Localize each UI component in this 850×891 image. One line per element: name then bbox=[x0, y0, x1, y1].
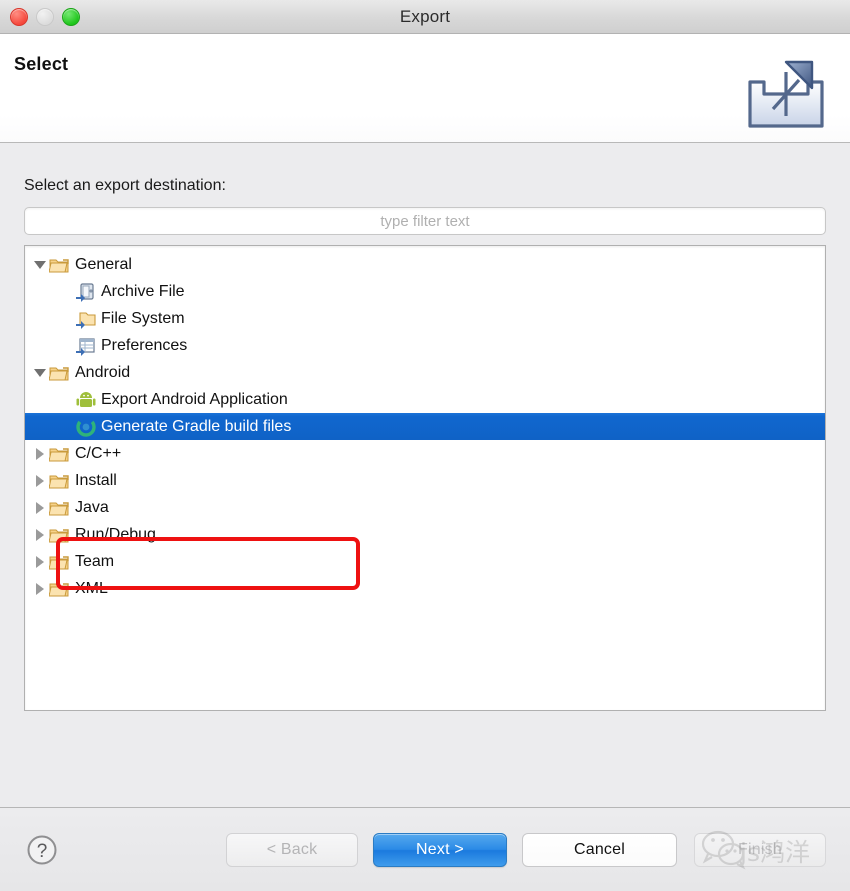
export-dialog-window: Export Select Select an export destinati… bbox=[0, 0, 850, 891]
chevron-down-icon[interactable] bbox=[31, 368, 49, 377]
help-button[interactable]: ? bbox=[26, 834, 58, 866]
filter-input[interactable]: type filter text bbox=[24, 207, 826, 235]
folder-icon bbox=[49, 444, 71, 464]
tree-item-label: Preferences bbox=[101, 336, 188, 354]
tree-item-install[interactable]: Install bbox=[25, 467, 825, 494]
android-icon bbox=[75, 390, 97, 410]
chevron-right-icon[interactable] bbox=[31, 582, 49, 595]
tree-item-run-debug[interactable]: Run/Debug bbox=[25, 521, 825, 548]
chevron-right-icon[interactable] bbox=[31, 528, 49, 541]
window-title: Export bbox=[399, 6, 451, 26]
tree-item-label: Archive File bbox=[101, 282, 185, 300]
maximize-button[interactable] bbox=[62, 7, 80, 26]
folder-icon bbox=[49, 579, 71, 599]
dialog-header: Select bbox=[0, 34, 850, 143]
tree-item-general[interactable]: General bbox=[25, 251, 825, 278]
tree-item-java[interactable]: Java bbox=[25, 494, 825, 521]
tree-item-label: File System bbox=[101, 309, 185, 327]
file-system-icon bbox=[75, 309, 97, 329]
minimize-button[interactable] bbox=[36, 7, 54, 26]
tree-item-label: Java bbox=[75, 498, 109, 516]
preferences-icon bbox=[75, 336, 97, 356]
tree-item-archive-file[interactable]: Archive File bbox=[25, 278, 825, 305]
folder-icon bbox=[49, 552, 71, 572]
folder-icon bbox=[49, 525, 71, 545]
filter-input-placeholder: type filter text bbox=[380, 212, 470, 230]
next-button[interactable]: Next > bbox=[373, 832, 507, 867]
twisty-shape bbox=[36, 501, 44, 514]
tree-item-label: Export Android Application bbox=[101, 390, 288, 408]
chevron-right-icon[interactable] bbox=[31, 474, 49, 487]
dialog-footer: ? < Back Next > Cancel Finish bbox=[0, 807, 850, 891]
title-bar: Export bbox=[0, 0, 850, 34]
back-button[interactable]: < Back bbox=[226, 832, 358, 867]
chevron-right-icon[interactable] bbox=[31, 501, 49, 514]
close-button[interactable] bbox=[10, 7, 28, 26]
twisty-shape bbox=[34, 368, 46, 377]
tree-item-label: C/C++ bbox=[75, 444, 122, 462]
tree-item-label: Android bbox=[75, 363, 131, 381]
folder-icon bbox=[49, 363, 71, 383]
tree-item-xml[interactable]: XML bbox=[25, 575, 825, 602]
chevron-down-icon[interactable] bbox=[31, 260, 49, 269]
tree-item-preferences[interactable]: Preferences bbox=[25, 332, 825, 359]
cancel-button[interactable]: Cancel bbox=[522, 832, 677, 867]
tree-item-export-android-application[interactable]: Export Android Application bbox=[25, 386, 825, 413]
tree-item-label: Generate Gradle build files bbox=[101, 417, 292, 435]
chevron-right-icon[interactable] bbox=[31, 447, 49, 460]
dialog-body: Select an export destination: type filte… bbox=[0, 143, 850, 807]
finish-button[interactable]: Finish bbox=[694, 832, 826, 867]
twisty-shape bbox=[34, 260, 46, 269]
export-destination-tree[interactable]: General Archive File File System Preference… bbox=[24, 245, 826, 711]
chevron-right-icon[interactable] bbox=[31, 555, 49, 568]
tree-item-label: XML bbox=[75, 579, 108, 597]
tree-item-file-system[interactable]: File System bbox=[25, 305, 825, 332]
twisty-shape bbox=[36, 528, 44, 541]
folder-icon bbox=[49, 471, 71, 491]
twisty-shape bbox=[36, 474, 44, 487]
tree-item-label: Team bbox=[75, 552, 115, 570]
destination-label: Select an export destination: bbox=[24, 177, 226, 194]
export-icon bbox=[740, 54, 832, 132]
tree-item-team[interactable]: Team bbox=[25, 548, 825, 575]
tree-item-label: Install bbox=[75, 471, 117, 489]
folder-icon bbox=[49, 255, 71, 275]
tree-item-generate-gradle-build-files[interactable]: Generate Gradle build files bbox=[25, 413, 825, 440]
twisty-shape bbox=[36, 447, 44, 460]
page-title: Select bbox=[14, 54, 69, 74]
archive-file-icon bbox=[75, 282, 97, 302]
tree-item-label: Run/Debug bbox=[75, 525, 156, 543]
gradle-icon bbox=[75, 416, 97, 437]
twisty-shape bbox=[36, 555, 44, 568]
twisty-shape bbox=[36, 582, 44, 595]
folder-icon bbox=[49, 498, 71, 518]
traffic-light-group bbox=[10, 0, 80, 33]
tree-item-label: General bbox=[75, 255, 132, 273]
tree-item-c-c[interactable]: C/C++ bbox=[25, 440, 825, 467]
tree-item-android[interactable]: Android bbox=[25, 359, 825, 386]
svg-text:?: ? bbox=[37, 841, 48, 862]
